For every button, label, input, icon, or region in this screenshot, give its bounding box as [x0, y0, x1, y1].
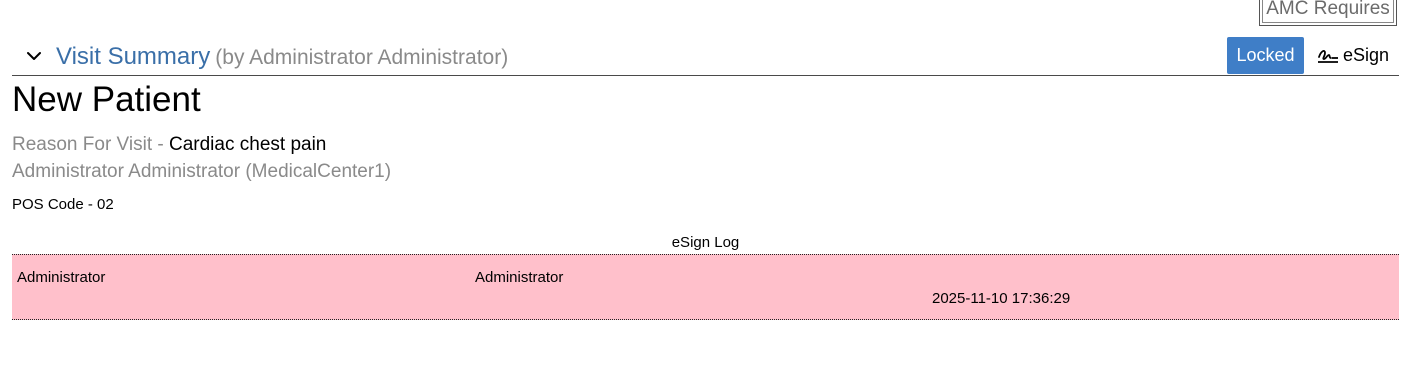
esign-log-row: Administrator Administrator 2025-11-10 1…	[12, 254, 1399, 320]
reason-value: Cardiac chest pain	[169, 134, 327, 155]
esign-button[interactable]: eSign	[1313, 37, 1399, 74]
section-header: Visit Summary (by Administrator Administr…	[12, 37, 1399, 76]
encounter-title: New Patient	[12, 80, 201, 119]
visit-summary-page: AMC Requires Visit Summary (by Administra…	[0, 0, 1418, 376]
chevron-down-icon[interactable]	[27, 49, 41, 63]
reason-for-visit: Reason For Visit - Cardiac chest pain	[12, 132, 326, 158]
reason-separator: -	[152, 134, 169, 155]
provider-facility: Administrator Administrator (MedicalCent…	[12, 161, 392, 182]
amc-requires-label: AMC Requires	[1262, 0, 1394, 23]
section-title-text: Visit Summary	[56, 43, 211, 70]
esign-log-signer: Administrator	[475, 269, 564, 286]
locked-button[interactable]: Locked	[1227, 37, 1304, 74]
section-author: (by Administrator Administrator)	[215, 46, 509, 69]
esign-log-datetime: 2025-11-10 17:36:29	[932, 290, 1071, 307]
section-title[interactable]: Visit Summary (by Administrator Administr…	[56, 42, 508, 73]
signature-icon	[1318, 50, 1338, 63]
reason-label: Reason For Visit	[12, 134, 153, 155]
esign-log-user: Administrator	[17, 269, 106, 286]
amc-requires-button[interactable]: AMC Requires	[1259, 0, 1397, 26]
esign-log-title: eSign Log	[671, 234, 740, 251]
pos-code: POS Code - 02	[12, 196, 114, 213]
esign-label: eSign	[1343, 45, 1390, 65]
